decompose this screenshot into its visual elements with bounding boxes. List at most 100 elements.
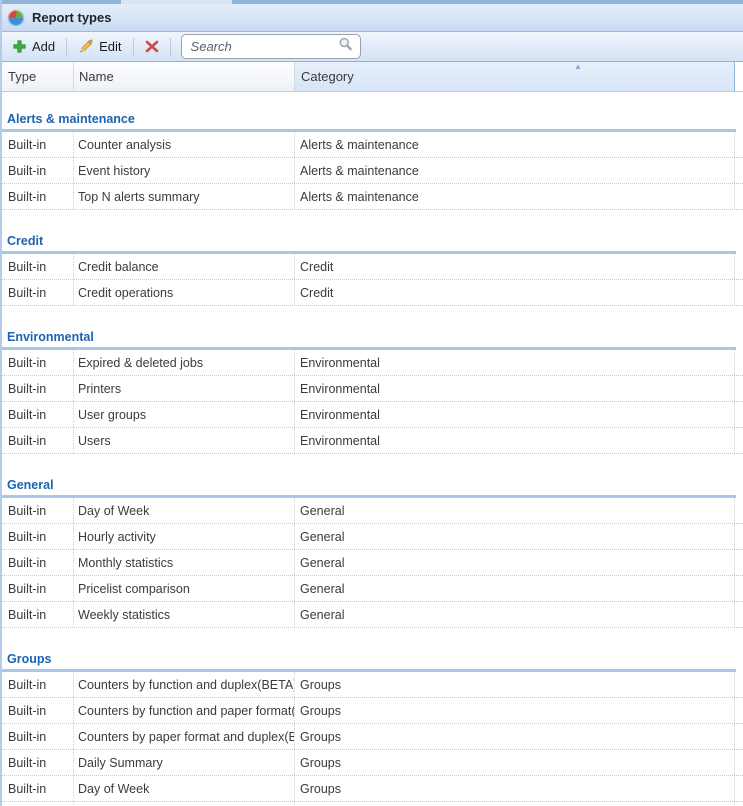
cell-name: Pricelist comparison [74, 576, 295, 601]
cell-type: Built-in [0, 428, 74, 453]
cell-type: Built-in [0, 524, 74, 549]
cell-category: Environmental [295, 376, 735, 401]
column-header-row: Type Name Category ▲ [0, 62, 743, 92]
table-row[interactable]: Built-inCounters by function and paper f… [0, 698, 743, 724]
cell-type: Built-in [0, 776, 74, 801]
column-header-type-label: Type [8, 69, 36, 84]
group-gap [0, 92, 743, 110]
table-row[interactable]: Built-inPrintersEnvironmental [0, 376, 743, 402]
column-header-category[interactable]: Category ▲ [295, 62, 735, 91]
cell-name: Counters by paper format and duplex(BETA… [74, 724, 295, 749]
cell-category: Environmental [295, 402, 735, 427]
group-environmental: EnvironmentalBuilt-inExpired & deleted j… [0, 306, 743, 454]
table-row-partial[interactable] [0, 802, 743, 806]
cell-name: Daily Summary [74, 750, 295, 775]
cell-category: Credit [295, 254, 735, 279]
cell-type: Built-in [0, 550, 74, 575]
cell-category: Credit [295, 280, 735, 305]
table-row[interactable]: Built-inCounters by function and duplex(… [0, 672, 743, 698]
group-gap [0, 628, 743, 650]
group-gap [0, 210, 743, 232]
cell-category: Alerts & maintenance [295, 132, 735, 157]
toolbar-separator [170, 38, 171, 56]
pencil-icon [78, 39, 93, 54]
window-title: Report types [32, 10, 111, 25]
cell-category [295, 802, 735, 806]
add-button-label: Add [32, 39, 55, 54]
table-row[interactable]: Built-inUsersEnvironmental [0, 428, 743, 454]
search-box [181, 34, 361, 59]
cell-category: General [295, 602, 735, 627]
column-header-type[interactable]: Type [0, 62, 74, 91]
top-edge-segment [232, 0, 743, 4]
search-input[interactable] [182, 39, 338, 54]
cell-name: Counters by function and duplex(BETA) [74, 672, 295, 697]
cell-name: Expired & deleted jobs [74, 350, 295, 375]
add-button[interactable]: Add [6, 36, 62, 57]
cell-type: Built-in [0, 724, 74, 749]
table-row[interactable]: Built-inWeekly statisticsGeneral [0, 602, 743, 628]
table-row[interactable]: Built-inMonthly statisticsGeneral [0, 550, 743, 576]
cell-category: Alerts & maintenance [295, 158, 735, 183]
table-row[interactable]: Built-inDay of WeekGeneral [0, 498, 743, 524]
delete-button[interactable] [138, 37, 166, 56]
cell-type: Built-in [0, 498, 74, 523]
group-gap [0, 454, 743, 476]
cell-type: Built-in [0, 132, 74, 157]
table-row[interactable]: Built-inPricelist comparisonGeneral [0, 576, 743, 602]
table-row[interactable]: Built-inUser groupsEnvironmental [0, 402, 743, 428]
cell-name: Printers [74, 376, 295, 401]
header-gutter [735, 62, 743, 91]
cell-name: User groups [74, 402, 295, 427]
cell-type: Built-in [0, 158, 74, 183]
cell-name [74, 802, 295, 806]
toolbar: Add Edit [0, 32, 743, 62]
column-header-name[interactable]: Name [74, 62, 295, 91]
cell-name: Day of Week [74, 776, 295, 801]
cell-category: Groups [295, 672, 735, 697]
toolbar-separator [66, 38, 67, 56]
cell-name: Hourly activity [74, 524, 295, 549]
cell-category: Environmental [295, 428, 735, 453]
group-general: GeneralBuilt-inDay of WeekGeneralBuilt-i… [0, 454, 743, 628]
group-gap [0, 306, 743, 328]
group-groups: GroupsBuilt-inCounters by function and d… [0, 628, 743, 802]
cell-type: Built-in [0, 184, 74, 209]
report-types-window: Report types Add Edit [0, 0, 743, 806]
table-row[interactable]: Built-inDay of WeekGroups [0, 776, 743, 802]
cell-category: General [295, 498, 735, 523]
group-header-alerts-maintenance: Alerts & maintenance [0, 110, 743, 129]
column-header-category-label: Category [301, 69, 354, 84]
delete-x-icon [145, 40, 159, 53]
table-row[interactable]: Built-inTop N alerts summaryAlerts & mai… [0, 184, 743, 210]
group-header-credit: Credit [0, 232, 743, 251]
column-header-name-label: Name [79, 69, 114, 84]
report-types-grid: Alerts & maintenanceBuilt-inCounter anal… [0, 92, 743, 806]
cell-name: Credit balance [74, 254, 295, 279]
table-row[interactable]: Built-inDaily SummaryGroups [0, 750, 743, 776]
cell-name: Monthly statistics [74, 550, 295, 575]
table-row[interactable]: Built-inHourly activityGeneral [0, 524, 743, 550]
cell-category: Groups [295, 776, 735, 801]
cell-name: Event history [74, 158, 295, 183]
table-row[interactable]: Built-inExpired & deleted jobsEnvironmen… [0, 350, 743, 376]
cell-type: Built-in [0, 672, 74, 697]
group-header-groups: Groups [0, 650, 743, 669]
group-header-general: General [0, 476, 743, 495]
edit-button-label: Edit [99, 39, 121, 54]
table-row[interactable]: Built-inEvent historyAlerts & maintenanc… [0, 158, 743, 184]
cell-type: Built-in [0, 280, 74, 305]
table-row[interactable]: Built-inCounters by paper format and dup… [0, 724, 743, 750]
cell-type [0, 802, 74, 806]
title-bar: Report types [0, 4, 743, 32]
table-row[interactable]: Built-inCredit balanceCredit [0, 254, 743, 280]
table-row[interactable]: Built-inCredit operationsCredit [0, 280, 743, 306]
table-row[interactable]: Built-inCounter analysisAlerts & mainten… [0, 132, 743, 158]
plus-icon [13, 40, 26, 53]
top-edge-segment [0, 0, 121, 4]
cell-category: General [295, 524, 735, 549]
cell-category: Alerts & maintenance [295, 184, 735, 209]
edit-button[interactable]: Edit [71, 36, 128, 57]
group-credit: CreditBuilt-inCredit balanceCreditBuilt-… [0, 210, 743, 306]
toolbar-separator [133, 38, 134, 56]
